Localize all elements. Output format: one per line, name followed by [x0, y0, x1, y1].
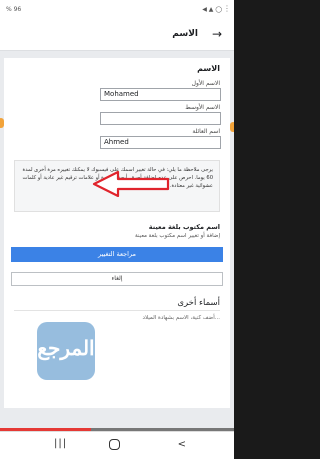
left-edge-indicator — [0, 118, 4, 128]
top-header: الاسم → — [0, 20, 234, 51]
first-name-label: الاسم الأول — [191, 80, 220, 87]
system-icons: ◀ ▲ ◯ — [202, 6, 222, 13]
add-other-name-link[interactable]: أضف كنية، الاسم بشهادة الميلاد... — [143, 315, 220, 321]
language-name-title: اسم مكتوب بلغة معينة — [148, 223, 220, 231]
last-name-field[interactable]: Ahmed — [100, 136, 221, 149]
battery-status: % 96 — [6, 6, 22, 13]
page-title: الاسم — [172, 29, 198, 39]
right-edge-indicator — [230, 122, 234, 132]
divider — [14, 310, 220, 311]
back-arrow-icon[interactable]: → — [212, 27, 222, 41]
status-bar: % 96 ◀ ▲ ◯ ⋮ — [0, 0, 234, 20]
system-nav-bar: ||| < — [0, 431, 234, 459]
middle-name-label: الاسم الأوسط — [185, 104, 220, 111]
language-name-link[interactable]: إضافة أو تغيير اسم مكتوب بلغة معينة — [135, 233, 220, 239]
phone-screen: % 96 ◀ ▲ ◯ ⋮ الاسم → الاسم الاسم الأول M… — [0, 0, 234, 459]
more-icon[interactable]: ⋮ — [223, 4, 231, 13]
red-arrow-icon — [92, 171, 170, 197]
watermark-text: المرجع — [37, 336, 95, 360]
last-name-label: اسم العائلة — [192, 128, 220, 135]
watermark-logo: المرجع — [37, 322, 95, 380]
middle-name-field[interactable] — [100, 112, 221, 125]
first-name-field[interactable]: Mohamed — [100, 88, 221, 101]
name-card: الاسم الاسم الأول Mohamed الاسم الأوسط ا… — [4, 58, 230, 295]
name-section-title: الاسم — [197, 64, 220, 73]
nav-back-icon[interactable]: < — [178, 439, 186, 450]
other-names-title: أسماء أخرى — [177, 298, 220, 308]
recent-apps-icon[interactable]: ||| — [54, 438, 67, 449]
cancel-button[interactable]: إلغاء — [11, 272, 223, 286]
review-change-button[interactable]: مراجعة التغيير — [11, 247, 223, 262]
home-icon[interactable] — [109, 439, 120, 450]
